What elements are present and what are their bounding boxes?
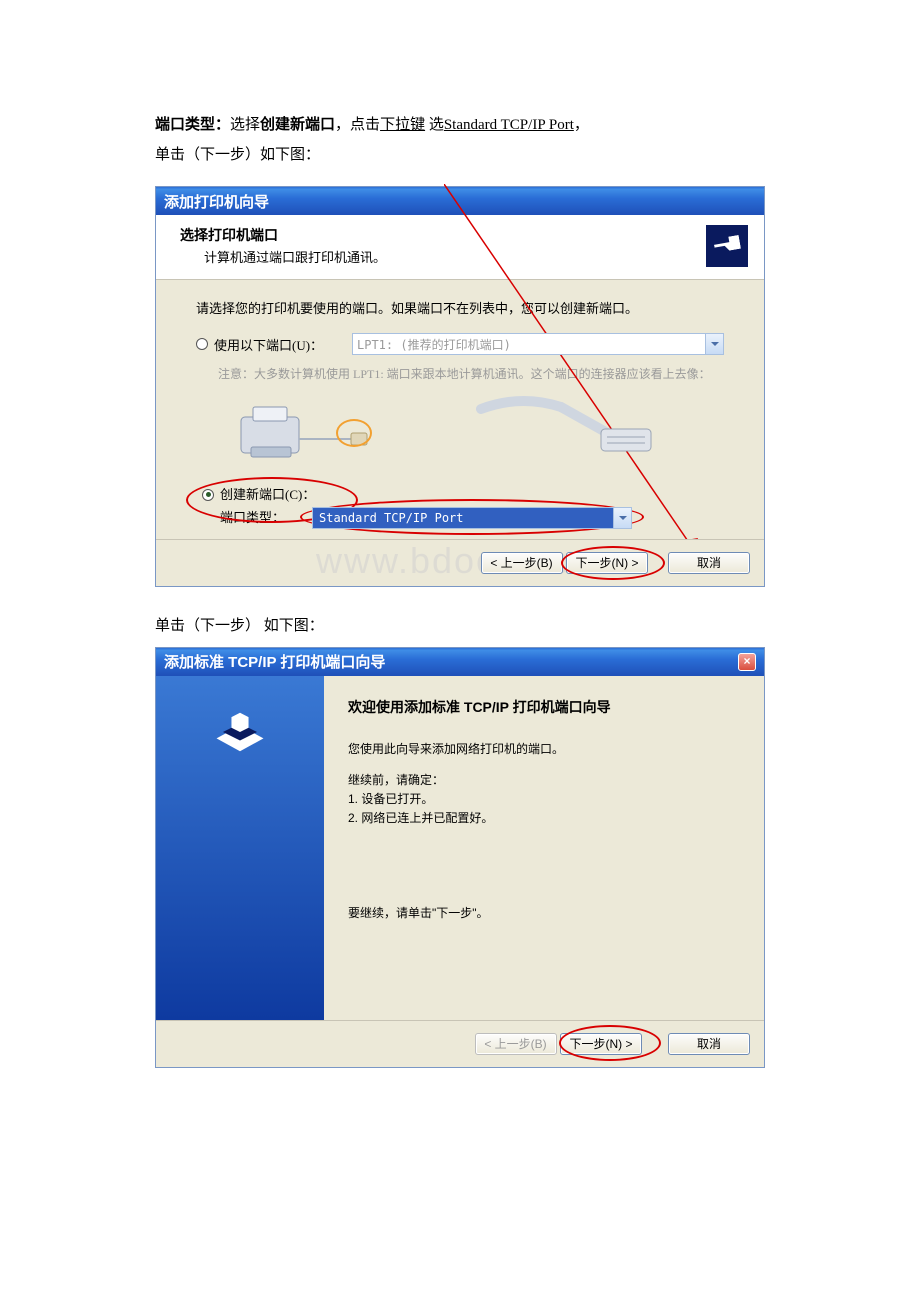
create-port-radio[interactable] [202,489,214,501]
wizard-main: 欢迎使用添加标准 TCP/IP 打印机端口向导 您使用此向导来添加网络打印机的端… [324,676,635,1020]
button-row: www.bdoox.com < 上一步(B) 下一步(N) > 取消 [156,539,764,586]
printer-network-icon [206,700,274,764]
chevron-down-icon[interactable] [613,508,631,528]
next-button[interactable]: 下一步(N) > [566,552,648,574]
create-port-label: 创建新端口(C)： [220,485,315,505]
next-button[interactable]: 下一步(N) > [560,1033,642,1055]
wizard-body: 请选择您的打印机要使用的端口。如果端口不在列表中，您可以创建新端口。 使用以下端… [156,280,764,539]
wizard-heading: 欢迎使用添加标准 TCP/IP 打印机端口向导 [348,696,611,718]
close-button[interactable]: × [738,653,756,671]
header-subtitle: 计算机通过端口跟打印机通讯。 [180,247,386,266]
instruction-line-2: 单击（下一步）如下图： [155,140,765,170]
wizard-continue-text: 要继续，请单击"下一步"。 [348,904,489,923]
instruction-text: 请选择您的打印机要使用的端口。如果端口不在列表中，您可以创建新端口。 [196,298,724,317]
header-title: 选择打印机端口 [180,229,278,244]
add-printer-wizard-dialog: 添加打印机向导 选择打印机端口 计算机通过端口跟打印机通讯。 请选择您的打印机要… [155,186,765,587]
use-port-row: 使用以下端口(U)： LPT1: (推荐的打印机端口) [196,333,724,355]
chevron-down-icon[interactable] [705,334,723,354]
back-button[interactable]: < 上一步(B) [481,552,563,574]
cancel-button[interactable]: 取消 [668,1033,750,1055]
lpt1-note: 注意：大多数计算机使用 LPT1: 端口来跟本地计算机通讯。这个端口的连接器应该… [218,365,724,383]
use-port-label: 使用以下端口(U)： [214,335,344,354]
port-type-label: 端口类型： [202,508,312,528]
button-row: < 上一步(B) 下一步(N) > 取消 [156,1020,764,1067]
use-port-combo[interactable]: LPT1: (推荐的打印机端口) [352,333,724,355]
instruction-line-3: 单击（下一步） 如下图： [155,611,765,641]
printer-connector-illustration [218,389,724,469]
wizard-body: 欢迎使用添加标准 TCP/IP 打印机端口向导 您使用此向导来添加网络打印机的端… [156,676,764,1020]
wizard-text-2: 继续前，请确定： 1. 设备已打开。 2. 网络已连上并已配置好。 [348,771,611,829]
wizard-sidebar [156,676,324,1020]
title-bar: 添加打印机向导 [156,187,764,215]
back-button: < 上一步(B) [475,1033,557,1055]
wizard-header: 选择打印机端口 计算机通过端口跟打印机通讯。 [156,215,764,280]
tcpip-port-wizard-dialog: 添加标准 TCP/IP 打印机端口向导 × 欢迎使用添加标准 TCP/IP 打印… [155,647,765,1068]
title-text: 添加打印机向导 [164,191,269,212]
title-bar: 添加标准 TCP/IP 打印机端口向导 × [156,648,764,676]
instruction-line-1: 端口类型：选择创建新端口，点击下拉键 选Standard TCP/IP Port… [155,110,765,140]
use-port-radio[interactable] [196,338,208,350]
printer-icon [706,225,748,267]
wizard-text-1: 您使用此向导来添加网络打印机的端口。 [348,740,611,759]
port-type-combo[interactable]: Standard TCP/IP Port [312,507,632,529]
cancel-button[interactable]: 取消 [668,552,750,574]
title-text: 添加标准 TCP/IP 打印机端口向导 [164,651,385,672]
create-port-block: 创建新端口(C)： 端口类型： Standard TCP/IP Port [202,485,724,529]
